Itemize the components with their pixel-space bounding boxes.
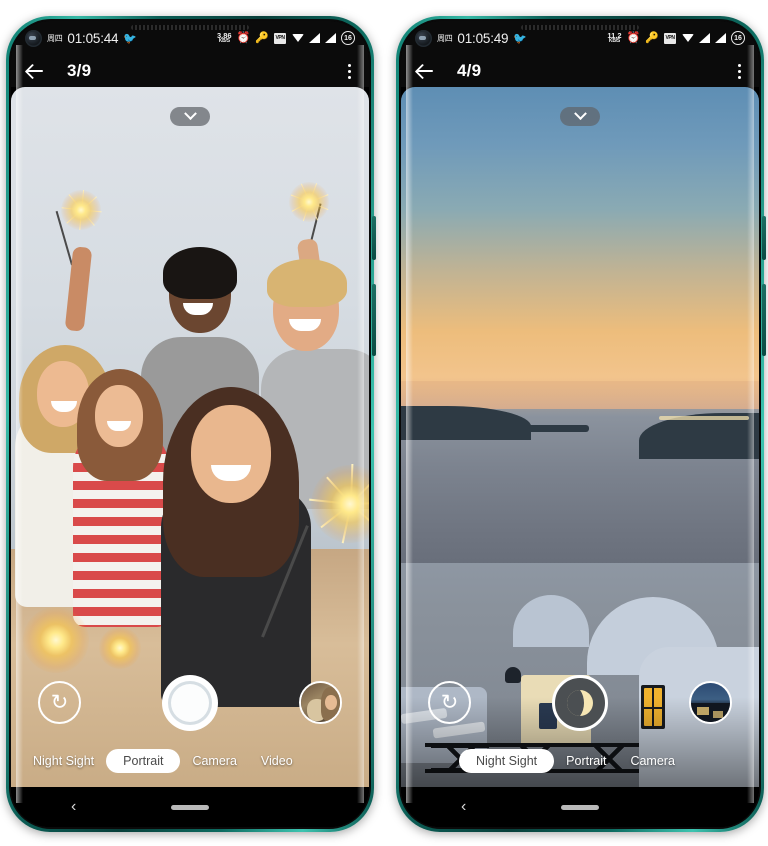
camera-flip-icon: ↻ [440, 690, 459, 714]
network-speed-unit: KB/S [218, 38, 230, 45]
vpn-icon: VPN [664, 32, 676, 44]
moon-icon [567, 690, 593, 716]
back-arrow-icon[interactable] [25, 61, 45, 81]
status-time: 01:05:44 [67, 30, 119, 46]
network-speed-unit: KB/S [608, 38, 621, 45]
chevron-down-icon [183, 107, 197, 121]
phone-screen-bezel: 周四 01:05:49 🐦 11.2 KB/S ⏰ 🔑 VPN 16 4/9 ↻… [401, 21, 759, 827]
camera-viewfinder-left[interactable]: ↻ Night Sight Portrait Camera Video [11, 87, 369, 787]
app-bar: 4/9 [401, 55, 759, 87]
status-bar-left: 周四 01:05:44 🐦 [25, 29, 138, 47]
expand-controls-button[interactable] [560, 107, 600, 126]
alarm-icon: ⏰ [236, 31, 251, 44]
phone-screen: 周四 01:05:49 🐦 11.2 KB/S ⏰ 🔑 VPN 16 4/9 ↻… [401, 21, 759, 827]
kebab-menu-icon[interactable] [344, 60, 355, 83]
page-counter: 4/9 [457, 61, 482, 80]
earpiece-speaker [521, 25, 639, 30]
notification-emoji-icon: 🐦 [123, 32, 138, 45]
vpn-icon-label: VPN [665, 34, 675, 41]
camera-flip-button[interactable]: ↻ [428, 681, 471, 724]
volume-button[interactable] [762, 216, 766, 260]
mode-night-sight[interactable]: Night Sight [21, 750, 106, 772]
camera-flip-icon: ↻ [50, 690, 69, 714]
phone-right: 周四 01:05:49 🐦 11.2 KB/S ⏰ 🔑 VPN 16 4/9 ↻… [396, 16, 766, 832]
status-day: 周四 [47, 33, 63, 43]
camera-mode-selector-left[interactable]: Night Sight Portrait Camera Video [11, 749, 369, 773]
mode-portrait[interactable]: Portrait [554, 750, 618, 772]
signal-icon-1 [309, 33, 320, 43]
phone-left: 周四 01:05:44 🐦 3.86 KB/S ⏰ 🔑 VPN 16 3/9 ↻… [6, 16, 376, 832]
signal-icon-1 [699, 33, 710, 43]
mode-video[interactable]: Video [249, 750, 305, 772]
camera-controls: ↻ [11, 675, 369, 741]
network-speed: 11.2 KB/S [607, 32, 621, 45]
mode-night-sight[interactable]: Night Sight [459, 749, 555, 773]
power-button[interactable] [762, 284, 766, 356]
wifi-icon [681, 33, 694, 43]
nav-back-button[interactable]: ‹ [461, 798, 466, 816]
back-arrow-icon[interactable] [415, 61, 435, 81]
phone-screen-bezel: 周四 01:05:44 🐦 3.86 KB/S ⏰ 🔑 VPN 16 3/9 ↻… [11, 21, 369, 827]
camera-controls: ↻ [401, 675, 759, 741]
mode-portrait[interactable]: Portrait [106, 749, 181, 773]
vpn-icon-label: VPN [275, 34, 285, 41]
camera-mode-selector-right[interactable]: Night Sight Portrait Camera [401, 749, 759, 773]
earpiece-speaker [131, 25, 249, 30]
network-speed: 3.86 KB/S [217, 32, 232, 45]
front-camera-punchhole [25, 29, 42, 47]
front-camera-punchhole [415, 29, 432, 47]
camera-viewfinder-right[interactable]: ↻ Night Sight Portrait Camera [401, 87, 759, 787]
nav-home-indicator[interactable] [171, 804, 209, 810]
phone-screen: 周四 01:05:44 🐦 3.86 KB/S ⏰ 🔑 VPN 16 3/9 ↻… [11, 21, 369, 827]
mode-camera[interactable]: Camera [618, 750, 686, 772]
status-day: 周四 [437, 33, 453, 43]
signal-icon-2 [325, 33, 336, 43]
wifi-icon [291, 33, 304, 43]
expand-controls-button[interactable] [170, 107, 210, 126]
status-bar-left: 周四 01:05:49 🐦 [415, 29, 528, 47]
nav-home-indicator[interactable] [561, 804, 599, 810]
gallery-thumbnail[interactable] [689, 681, 732, 724]
mode-camera[interactable]: Camera [180, 750, 248, 772]
chevron-down-icon [573, 107, 587, 121]
key-icon: 🔑 [645, 31, 659, 44]
notification-emoji-icon: 🐦 [513, 32, 528, 45]
kebab-menu-icon[interactable] [734, 60, 745, 83]
status-time: 01:05:49 [457, 30, 509, 46]
vpn-icon: VPN [274, 32, 286, 44]
page-counter: 3/9 [67, 61, 92, 80]
key-icon: 🔑 [255, 31, 269, 44]
battery-icon: 16 [341, 31, 355, 45]
shutter-button[interactable] [162, 675, 218, 731]
system-nav-bar: ‹ [401, 787, 759, 827]
signal-icon-2 [715, 33, 726, 43]
gallery-thumbnail[interactable] [299, 681, 342, 724]
status-bar-right: 11.2 KB/S ⏰ 🔑 VPN 16 [607, 31, 745, 45]
power-button[interactable] [372, 284, 376, 356]
system-nav-bar: ‹ [11, 787, 369, 827]
status-bar-right: 3.86 KB/S ⏰ 🔑 VPN 16 [217, 31, 355, 45]
volume-button[interactable] [372, 216, 376, 260]
camera-flip-button[interactable]: ↻ [38, 681, 81, 724]
nav-back-button[interactable]: ‹ [71, 798, 76, 816]
alarm-icon: ⏰ [626, 31, 641, 44]
app-bar: 3/9 [11, 55, 369, 87]
screenshot-root: 周四 01:05:44 🐦 3.86 KB/S ⏰ 🔑 VPN 16 3/9 ↻… [0, 0, 768, 846]
battery-icon: 16 [731, 31, 745, 45]
shutter-button[interactable] [552, 675, 608, 731]
